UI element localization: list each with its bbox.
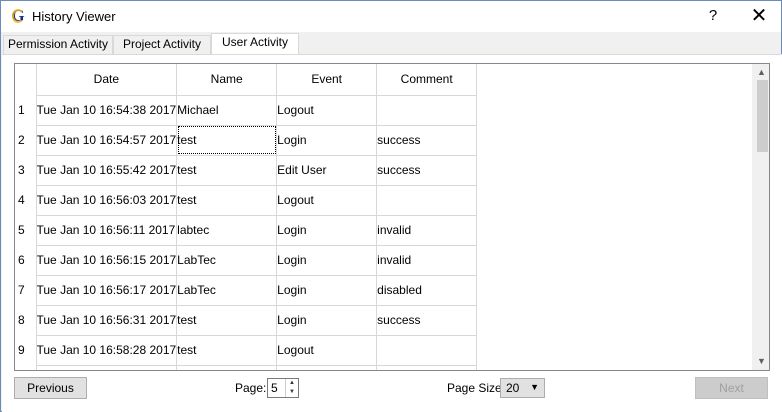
page-spinbox[interactable]: 5 ▲ ▼ [267,378,299,398]
table-row[interactable]: 2 Tue Jan 10 16:54:57 2017 test Login succes… [15,125,478,156]
tab-permission-activity[interactable]: Permission Activity [3,35,113,54]
row-number[interactable]: 6 [15,245,37,275]
row-number[interactable]: 5 [15,215,37,245]
cell-date[interactable]: Tue Jan 10 18:04:18 2017 [36,365,178,370]
activity-table: Date Name Event Comment 1 Tue Jan 10 16:5… [14,63,770,371]
cell-date[interactable]: Tue Jan 10 16:56:03 2017 [36,185,178,216]
cell-name[interactable]: test [176,365,278,370]
cell-date[interactable]: Tue Jan 10 16:54:38 2017 [36,95,178,126]
cell-name[interactable]: test [176,305,278,336]
table-row[interactable]: 4 Tue Jan 10 16:56:03 2017 test Logout [15,185,478,216]
page-size-label: Page Size: [447,381,506,395]
cell-date[interactable]: Tue Jan 10 16:56:17 2017 [36,275,178,306]
help-button[interactable]: ? [701,5,725,27]
cell-event[interactable]: Edit User [276,155,378,186]
cell-event[interactable]: Login [276,125,378,156]
tab-project-activity[interactable]: Project Activity [113,35,211,54]
column-header-date[interactable]: Date [36,64,178,96]
cell-name[interactable]: LabTec [176,245,278,276]
cell-comment[interactable]: disabled [376,275,478,306]
table-row[interactable]: 1 Tue Jan 10 16:54:38 2017 Michael Logout [15,95,478,126]
table-row[interactable]: 9 Tue Jan 10 16:58:28 2017 test Logout [15,335,478,366]
window-title: History Viewer [32,9,116,24]
row-number[interactable]: 9 [15,335,37,365]
title-bar: G History Viewer ? ✕ [1,1,781,32]
column-header-comment[interactable]: Comment [376,64,478,96]
page-size-dropdown[interactable]: 20 ▼ [500,378,545,398]
cell-name[interactable]: test [176,155,278,186]
row-number[interactable]: 7 [15,275,37,305]
cell-event[interactable]: Login [276,305,378,336]
chevron-down-icon[interactable]: ▼ [753,353,769,370]
vertical-scrollbar[interactable]: ▲ ▼ [752,64,769,370]
cell-comment[interactable] [376,185,478,216]
tab-bar: Permission Activity Project Activity Use… [2,33,782,55]
activity-grid: Date Name Event Comment 1 Tue Jan 10 16:5… [15,64,478,370]
row-number[interactable]: 4 [15,185,37,215]
close-button[interactable]: ✕ [745,5,773,27]
column-header-event[interactable]: Event [276,64,378,96]
cell-event[interactable]: Login [276,275,378,306]
user-activity-panel: Date Name Event Comment 1 Tue Jan 10 16:5… [2,54,782,412]
chevron-down-icon: ▼ [530,382,539,392]
cell-name[interactable]: LabTec [176,275,278,306]
history-viewer-window: G History Viewer ? ✕ Permission Activity… [0,0,782,412]
cell-name[interactable]: Michael [176,95,278,126]
cell-comment[interactable]: invalid [376,215,478,246]
table-row[interactable]: 8 Tue Jan 10 16:56:31 2017 test Login succes… [15,305,478,336]
cell-comment[interactable]: success [376,305,478,336]
page-label: Page: [235,381,267,395]
cell-comment[interactable]: success [376,155,478,186]
g-logo-icon: G [11,6,25,25]
cell-name[interactable]: test [176,335,278,366]
cell-comment[interactable] [376,95,478,126]
cell-comment[interactable]: invalid [376,245,478,276]
scrollbar-thumb[interactable] [757,80,768,152]
page-size-value: 20 [506,381,520,395]
cell-name[interactable]: labtec [176,215,278,246]
table-row[interactable]: 6 Tue Jan 10 16:56:15 2017 LabTec Login inva… [15,245,478,276]
row-number[interactable]: 8 [15,305,37,335]
cell-event[interactable]: Logout [276,335,378,366]
chevron-up-icon[interactable]: ▲ [753,64,769,81]
tab-user-activity[interactable]: User Activity [211,33,299,55]
table-header-row: Date Name Event Comment [15,64,478,96]
cell-date[interactable]: Tue Jan 10 16:56:15 2017 [36,245,178,276]
pagination-bar: Previous Page: 5 ▲ ▼ Page Size: 20 ▼ Nex… [2,377,782,399]
cell-comment[interactable]: success [376,125,478,156]
cell-name[interactable]: test [176,185,278,216]
cell-name[interactable]: test [176,125,278,156]
row-number[interactable]: 2 [15,125,37,155]
cell-date[interactable]: Tue Jan 10 16:58:28 2017 [36,335,178,366]
row-number[interactable]: 1 [15,95,37,125]
cell-event[interactable]: Login [276,245,378,276]
spin-down-icon[interactable]: ▼ [286,388,298,397]
column-header-name[interactable]: Name [176,64,278,96]
table-row[interactable]: 7 Tue Jan 10 16:56:17 2017 LabTec Login disa… [15,275,478,306]
previous-button[interactable]: Previous [14,377,87,399]
cell-comment[interactable] [376,365,478,370]
cell-date[interactable]: Tue Jan 10 16:55:42 2017 [36,155,178,186]
next-button[interactable]: Next [695,377,768,399]
table-row[interactable]: 5 Tue Jan 10 16:56:11 2017 labtec Login inva… [15,215,478,246]
cell-comment[interactable] [376,335,478,366]
cell-date[interactable]: Tue Jan 10 16:54:57 2017 [36,125,178,156]
table-corner [15,64,37,95]
row-number[interactable]: 10 [15,365,37,370]
page-value: 5 [271,381,278,395]
cell-event[interactable]: Login [276,365,378,370]
cell-date[interactable]: Tue Jan 10 16:56:31 2017 [36,305,178,336]
table-row[interactable]: 10Tue Jan 10 18:04:18 2017testLogin [15,365,478,370]
spin-up-icon[interactable]: ▲ [286,379,298,388]
row-number[interactable]: 3 [15,155,37,185]
cell-date[interactable]: Tue Jan 10 16:56:11 2017 [36,215,178,246]
table-row[interactable]: 3 Tue Jan 10 16:55:42 2017 test Edit User su… [15,155,478,186]
cell-event[interactable]: Logout [276,95,378,126]
cell-event[interactable]: Login [276,215,378,246]
cell-event[interactable]: Logout [276,185,378,216]
